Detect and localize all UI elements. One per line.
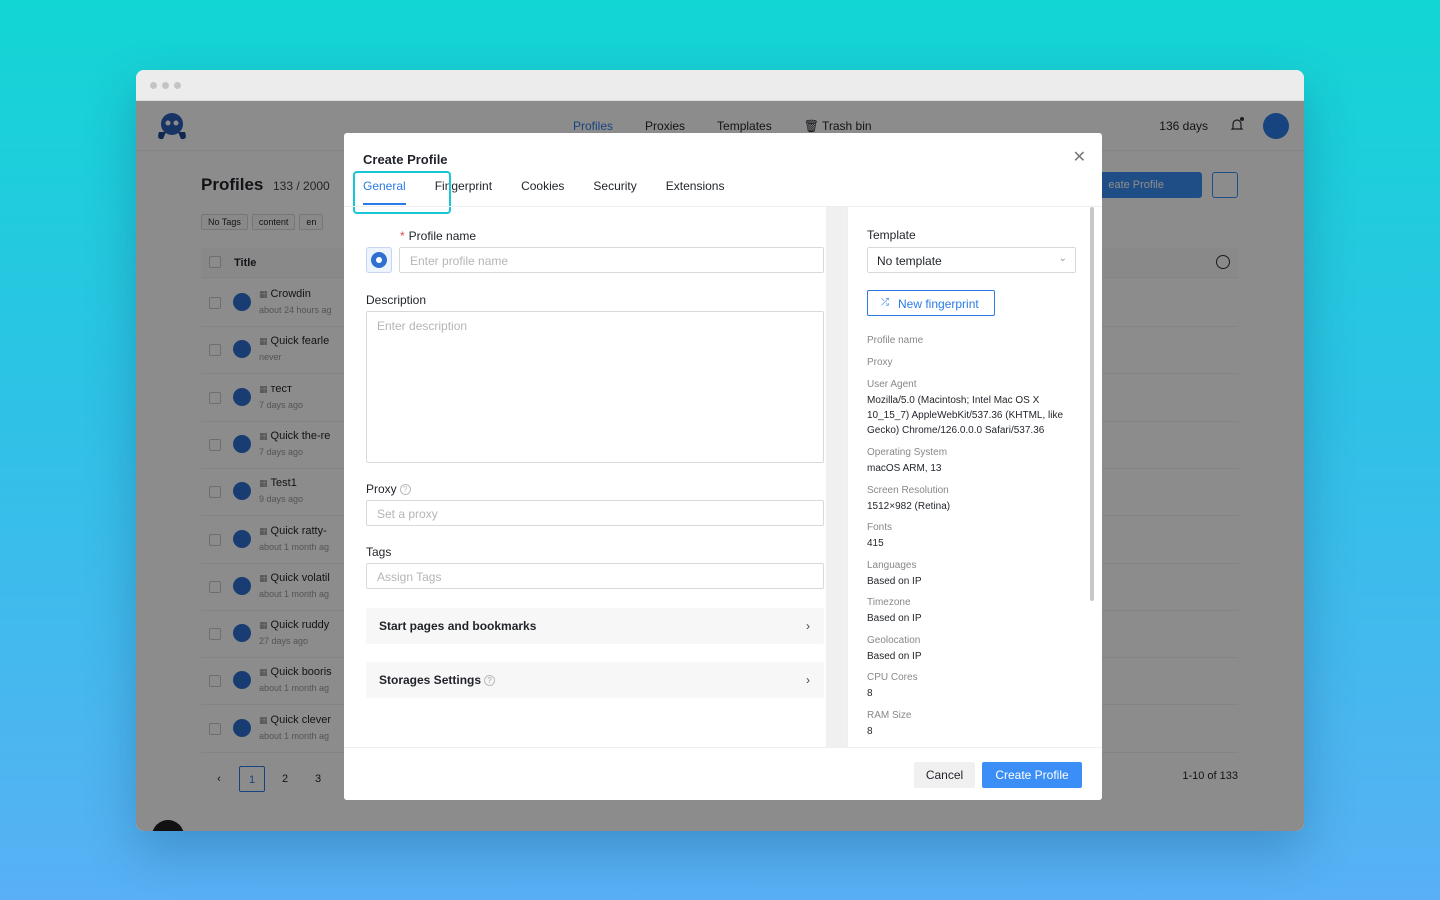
fingerprint-key: CPU Cores (867, 672, 918, 683)
profile-name-label-text: Profile name (408, 229, 477, 243)
fingerprint-value: 8 (867, 688, 873, 699)
close-icon[interactable]: ✕ (1073, 147, 1086, 167)
help-icon[interactable]: ? (484, 675, 496, 686)
tab-security[interactable]: Security (593, 179, 636, 205)
panel-gutter (826, 207, 847, 747)
fingerprint-key: User Agent (867, 379, 917, 390)
fingerprint-field: CPU Cores 8 (867, 672, 1082, 701)
help-icon[interactable]: ? (399, 484, 411, 495)
proxy-label: Proxy? (366, 482, 411, 496)
description-label: Description (366, 293, 427, 307)
window-dot[interactable] (162, 82, 169, 89)
fingerprint-value: Mozilla/5.0 (Macintosh; Intel Mac OS X 1… (867, 395, 1064, 436)
fingerprint-key: Screen Resolution (867, 484, 949, 496)
shuffle-icon: ⤮ (881, 297, 889, 308)
fingerprint-field: Operating System macOS ARM, 13 (867, 447, 1082, 476)
storages-label: Storages Settings (379, 673, 482, 687)
fingerprint-key: Timezone (867, 597, 911, 608)
template-value: No template (877, 254, 942, 268)
modal-tabs: General Fingerprint Cookies Security Ext… (353, 171, 753, 214)
fingerprint-value: 8 (867, 725, 873, 737)
fingerprint-field: Fonts 415 (867, 522, 1082, 551)
template-select[interactable]: No template ⌄ (867, 247, 1076, 273)
chevron-right-icon: › (806, 619, 810, 633)
title-bar (136, 70, 1304, 101)
fingerprint-key: Languages (867, 559, 917, 571)
browser-icon (371, 252, 387, 268)
fingerprint-key: Fonts (867, 522, 893, 533)
fingerprint-key: RAM Size (867, 709, 912, 721)
fingerprint-value: Based on IP (867, 650, 922, 662)
create-profile-submit-button[interactable]: Create Profile (982, 762, 1082, 788)
scrollbar[interactable] (1090, 207, 1094, 601)
start-pages-label: Start pages and bookmarks (379, 619, 537, 633)
create-profile-modal: Create Profile ✕ General Fingerprint Coo… (344, 133, 1102, 800)
chevron-right-icon: › (806, 673, 810, 687)
fingerprint-value: Based on IP (867, 613, 922, 624)
tab-cookies[interactable]: Cookies (521, 179, 564, 205)
highlight-box (353, 171, 451, 214)
fingerprint-key: Geolocation (867, 634, 921, 646)
fingerprint-field: Languages Based on IP (867, 560, 1082, 589)
window-dot[interactable] (174, 82, 181, 89)
fingerprint-key: Profile name (867, 335, 924, 346)
profile-name-input[interactable]: Enter profile name (399, 247, 824, 273)
proxy-label-text: Proxy (366, 482, 397, 496)
fingerprint-value: 415 (867, 538, 884, 549)
fingerprint-key: Proxy (867, 357, 893, 368)
modal-title: Create Profile (363, 152, 448, 167)
fingerprint-field: RAM Size 8 (867, 710, 1082, 739)
fingerprint-field: Profile name (867, 335, 1082, 346)
fingerprint-field: Geolocation Based on IP (867, 635, 1082, 664)
tab-general[interactable]: General (353, 171, 451, 214)
chevron-down-icon: ⌄ (1058, 253, 1067, 264)
cancel-button[interactable]: Cancel (914, 762, 975, 788)
description-textarea[interactable]: Enter description (366, 311, 824, 463)
fingerprint-value: macOS ARM, 13 (867, 463, 942, 474)
profile-name-label: * Profile name (400, 229, 477, 243)
fingerprint-field: Timezone Based on IP (867, 597, 1082, 626)
new-fingerprint-label: New fingerprint (898, 297, 979, 311)
fingerprint-field: Screen Resolution 1512×982 (Retina) (867, 485, 1082, 514)
fingerprint-field: Proxy (867, 357, 1082, 368)
fingerprint-summary-panel: Template No template ⌄ ⤮ New fingerprint… (847, 207, 1095, 747)
tags-input[interactable]: Assign Tags (366, 563, 824, 589)
fingerprint-key: Operating System (867, 447, 948, 458)
modal-footer: Cancel Create Profile (344, 747, 1102, 800)
profile-avatar-picker[interactable] (366, 247, 392, 273)
start-pages-section[interactable]: Start pages and bookmarks › (366, 608, 824, 644)
tags-label: Tags (366, 545, 392, 559)
fingerprint-value: Based on IP (867, 575, 922, 587)
tab-extensions[interactable]: Extensions (666, 179, 725, 205)
fingerprint-field: User Agent Mozilla/5.0 (Macintosh; Intel … (867, 379, 1082, 438)
storages-section[interactable]: Storages Settings? › (366, 662, 824, 698)
new-fingerprint-button[interactable]: ⤮ New fingerprint (867, 290, 995, 316)
proxy-input[interactable]: Set a proxy (366, 500, 824, 526)
fingerprint-value: 1512×982 (Retina) (867, 500, 951, 512)
window-dot[interactable] (150, 82, 157, 89)
template-label: Template (867, 228, 916, 242)
